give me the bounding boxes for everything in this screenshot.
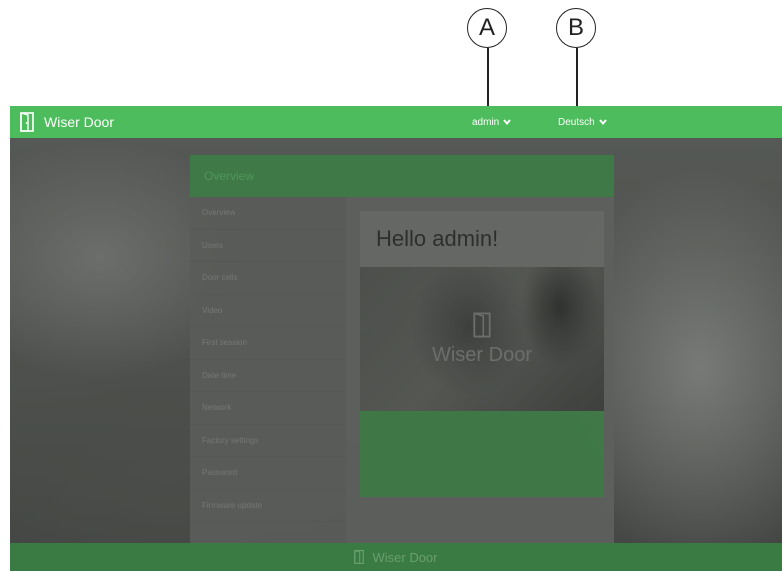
panel-header: Overview	[190, 155, 614, 197]
panel-main: Hello admin! Wiser Door	[360, 211, 604, 503]
nav-item-password: Password	[190, 457, 346, 490]
promo-box	[360, 411, 604, 497]
footer: Wiser Door	[10, 543, 782, 571]
hero-image: Wiser Door	[360, 267, 604, 411]
door-icon	[354, 549, 365, 564]
panel-nav: Overview Users Door cells Video First se…	[190, 197, 346, 543]
nav-item-date-time: Date time	[190, 360, 346, 392]
brand[interactable]: Wiser Door	[20, 112, 114, 132]
chevron-down-icon	[598, 119, 607, 126]
dimmed-panel: Overview Overview Users Door cells Video…	[190, 155, 614, 543]
nav-item-video: Video	[190, 295, 346, 327]
callout-a: A	[467, 8, 507, 48]
brand-label: Wiser Door	[44, 114, 115, 130]
user-menu[interactable]: admin	[472, 106, 512, 138]
language-menu-label: Deutsch	[558, 116, 595, 128]
nav-item-overview: Overview	[190, 197, 346, 230]
top-bar: Wiser Door admin Deutsch	[10, 106, 782, 138]
chevron-down-icon	[503, 119, 512, 126]
hero-label: Wiser Door	[431, 343, 532, 366]
nav-item-network: Network	[190, 392, 346, 425]
callout-b: B	[556, 8, 596, 48]
nav-item-first-session: First session	[190, 327, 346, 360]
nav-item-factory-settings: Factory settings	[190, 425, 346, 457]
door-icon	[473, 311, 491, 337]
door-icon	[20, 112, 34, 132]
nav-item-door-cells: Door cells	[190, 262, 346, 295]
greeting: Hello admin!	[360, 211, 604, 267]
footer-brand: Wiser Door	[372, 549, 438, 565]
nav-item-users: Users	[190, 230, 346, 262]
nav-item-firmware-update: Firmware update	[190, 490, 346, 522]
language-menu[interactable]: Deutsch	[558, 106, 607, 138]
user-menu-label: admin	[472, 116, 500, 128]
callout-annotations: A B	[0, 8, 782, 120]
